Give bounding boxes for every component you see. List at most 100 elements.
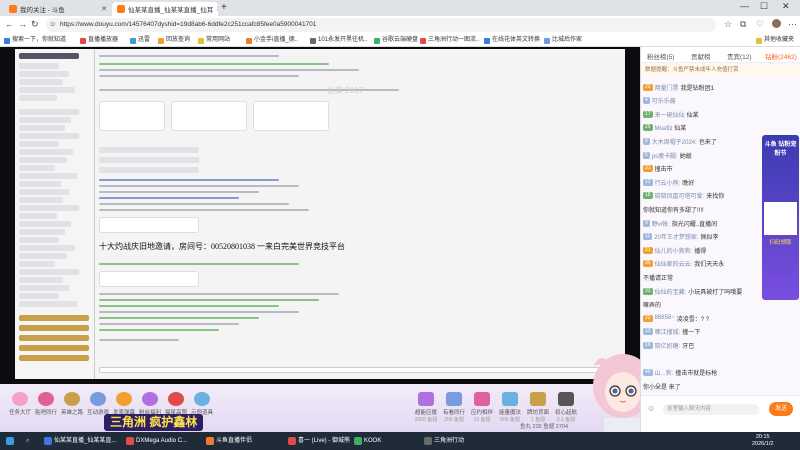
paid-gift-item[interactable]: 有看同行 200 鱼翅 [440,392,468,423]
chat-panel: 粉丝榜(5) 贡献榜 贵宾(12) 钻粉(2462) 数据提醒：斗鱼严禁未成年人… [640,47,800,432]
game-icon [424,437,432,445]
chat-nickname[interactable]: 两量门票 [655,83,679,92]
gift-item[interactable]: 示例道具 [186,392,218,416]
browser-icon [44,437,52,445]
minimize-button[interactable]: — [740,1,749,11]
address-bar-row: ← → ↻ ⊙ https://www.douyu.com/14576407dy… [0,16,800,34]
chat-nickname[interactable]: 20年王才梦想家: [654,232,698,241]
star-icon[interactable]: ☆ [724,19,732,30]
bookmark-item[interactable]: 101永发开黑往机.. [310,35,367,46]
gift-icon [168,392,184,406]
video-player[interactable]: 仙某 2017 十大灼战庆旧地邀请，房间号：00520801038 一来白完美世… [0,47,640,431]
chat-nickname[interactable]: ps瘦卡腿: [652,151,678,160]
bookmark-item[interactable]: 迅雷 [130,35,150,46]
close-tab-icon[interactable]: ✕ [101,5,107,13]
paid-gift-item[interactable]: 超能应援 2000 鱼翅 [412,392,440,423]
chat-text: 嘛弄的 [643,303,662,310]
taskbar-app[interactable]: DXMega Audio C... [126,435,187,447]
clock[interactable]: 20:15 2026/1/2 [752,434,773,448]
taskbar-app[interactable]: KOOK [354,435,381,447]
bookmark-item[interactable]: 小金手i直播_德.. [246,35,298,46]
chat-nickname[interactable]: 山...狗: [655,368,674,377]
chat-text: 凌凌雪：? ? [676,316,710,323]
bookmark-item[interactable]: 在线花体英文转换 [484,35,540,46]
chat-message: 33 仙仙的宝藏: 小玩具被打了吗哦要 [643,285,742,297]
paid-gift-item[interactable]: 能量魔法 500 鱼翅 [496,392,524,423]
chat-message: 17 来一碗仙仙 仙某 [643,108,699,120]
chat-input[interactable]: 这里输入聊天内容 [663,404,759,415]
douyu-icon [117,5,125,13]
back-button[interactable]: ← [5,19,14,29]
promo-ad[interactable]: 斗鱼 钻粉宠粉节 扫码领取 [762,135,799,300]
bookmark-icon [158,37,164,44]
chat-text: 牙巴 [682,343,695,350]
taskbar-app[interactable]: 斗鱼直播伴侣 [206,435,252,447]
taskbar-app[interactable]: 仙某某直播_仙某某直... [44,435,116,447]
paid-gift-item[interactable]: 牌坊背面 1 鱼翅 [524,392,552,423]
bookmark-item[interactable]: 比城后作家 [544,35,582,46]
gift-icon [502,392,518,406]
avatar[interactable] [772,19,781,28]
bookmark-item[interactable]: 搜索一下，你就知道 [4,35,66,46]
bookmark-item[interactable]: 其他收藏夹 [756,35,794,46]
forward-button[interactable]: → [18,19,27,29]
chat-message: 13 哪江撞城: 撞一下 [643,326,700,338]
tab-contrib[interactable]: 贡献榜 [691,51,711,61]
paid-gift-item[interactable]: 应约相伴 10 鱼翅 [468,392,496,423]
chat-nickname[interactable]: 晓晓凤凰可塔可爱: [655,191,705,200]
chat-nickname[interactable]: 可乐乐酱 [652,96,676,105]
tab-vip[interactable]: 贵宾(12) [727,51,752,61]
chat-message: 4 可乐乐酱 [643,95,678,107]
chat-text: 佩似李 [700,235,719,242]
tab-fans[interactable]: 粉丝榜(5) [647,51,674,61]
chat-nickname[interactable]: 仙仙的宝藏: [655,287,687,296]
bookmark-item[interactable]: 常用网站 [198,35,230,46]
chat-nickname[interactable]: 行云小熊: [655,178,681,187]
search-icon[interactable]: ⌕ [26,435,29,447]
captured-card [99,101,165,131]
chat-nickname[interactable]: 晓亿奶糖: [655,341,681,350]
gift-icon [38,392,54,406]
kook-icon [354,437,362,445]
chat-text: 晚好 [682,180,695,187]
chat-nickname[interactable]: 哪江撞城: [655,327,681,336]
bookmark-item[interactable]: 回放查询 [158,35,190,46]
bookmark-icon [374,37,380,44]
bookmark-item[interactable]: 三角洲行动一图流.. [420,35,479,46]
chat-nickname[interactable]: 野vi帐: [652,219,670,228]
close-tab-icon[interactable]: ✕ [216,5,218,13]
chat-text: 我们天天永 [694,262,725,269]
url-input[interactable]: ⊙ https://www.douyu.com/14576407dyshid=1… [46,18,716,32]
new-tab-button[interactable]: + [221,2,227,13]
extensions-icon[interactable]: ⧉ [740,19,746,30]
paid-gift-item[interactable]: 初心起航 0.1 鱼翅 [552,392,580,423]
chat-nickname[interactable]: 仙儿的小狗狗: [655,246,693,255]
reload-button[interactable]: ↻ [31,19,39,30]
windows-start-icon[interactable] [6,435,14,447]
taskbar-app[interactable]: 喜一 (Live) - 御城熊 [288,435,350,447]
gift-icon [12,392,28,406]
chat-message: 40 山...狗: 撞击市就是标枪 [643,367,717,379]
taskbar: ⌕ 仙某某直播_仙某某直... DXMega Audio C... 斗鱼直播伴侣… [0,432,800,450]
chat-nickname[interactable]: 88858~ [655,315,675,321]
taskbar-app[interactable]: 三角洲行动 [424,435,464,447]
tab-diamond[interactable]: 钻粉(2462) [765,51,797,61]
chat-message: 你就知道你有多甜了!!!! [643,203,704,215]
chat-nickname[interactable]: 大木周帽子2024: [652,137,697,146]
chat-nickname[interactable]: 来一碗仙仙 [655,110,685,119]
event-banner[interactable]: 三角洲 疯护鑫林 [104,414,204,431]
bookmark-item[interactable]: 直播播放器 [80,35,118,46]
send-button[interactable]: 发送 [769,402,793,416]
tab-live[interactable]: 仙某某直播_仙某某直播_仙耳 ✕ [112,2,218,16]
bookmark-item[interactable]: 谷歌云端硬盘 [374,35,418,46]
close-button[interactable]: ✕ [782,1,790,12]
emoji-icon[interactable]: ☺ [647,404,655,413]
chat-nickname[interactable]: 仙仙家的云云: [655,259,693,268]
maximize-button[interactable]: ☐ [760,1,768,12]
menu-icon[interactable]: ⋯ [788,19,797,30]
favorites-icon[interactable]: ♡ [756,19,764,30]
tab-follow[interactable]: 我的关注 - 斗鱼 ✕ [4,2,112,16]
chat-text: 不播请正常 [643,275,674,282]
captured-card [253,101,329,131]
chat-nickname[interactable]: Mua仙 [655,123,673,132]
